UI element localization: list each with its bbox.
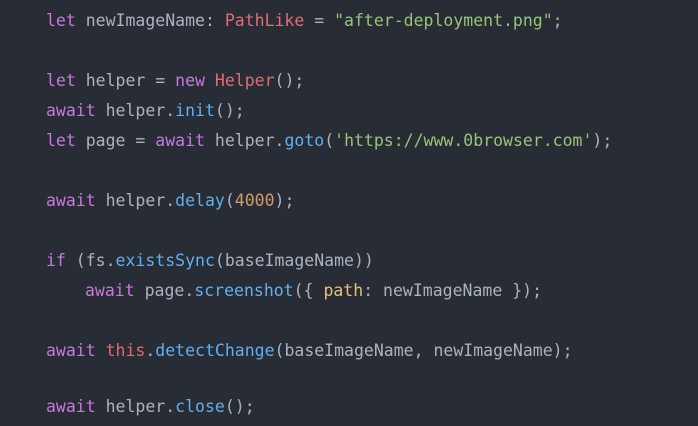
code-text: helper. bbox=[95, 397, 176, 416]
keyword-await: await bbox=[46, 191, 96, 210]
keyword-await: await bbox=[46, 341, 96, 360]
keyword-new: new bbox=[175, 71, 205, 90]
type-name: PathLike bbox=[224, 11, 305, 30]
code-text: helper. bbox=[204, 131, 285, 150]
code-text: (baseImageName)) bbox=[214, 251, 374, 270]
keyword-let: let bbox=[46, 71, 76, 90]
code-line-6-blank bbox=[46, 156, 698, 186]
code-text: ); bbox=[274, 191, 295, 210]
code-line-13-blank bbox=[46, 366, 698, 392]
code-line-10: await page.screenshot({ path: newImageNa… bbox=[46, 276, 698, 306]
code-line-11-blank bbox=[46, 306, 698, 336]
keyword-let: let bbox=[46, 131, 76, 150]
code-line-14: await helper.close(); bbox=[46, 392, 698, 422]
keyword-await: await bbox=[46, 397, 96, 416]
code-text: helper. bbox=[95, 191, 176, 210]
code-text: helper. bbox=[95, 101, 176, 120]
code-text: (); bbox=[214, 101, 245, 120]
code-text: ; bbox=[552, 11, 563, 30]
number-literal: 4000 bbox=[234, 191, 275, 210]
keyword-let: let bbox=[46, 11, 76, 30]
code-text: (); bbox=[224, 397, 255, 416]
code-line-7: await helper.delay(4000); bbox=[46, 186, 698, 216]
code-editor: let newImageName: PathLike = "after-depl… bbox=[0, 0, 698, 426]
keyword-await: await bbox=[85, 281, 135, 300]
code-text: : newImageName }); bbox=[363, 281, 542, 300]
code-text: ( bbox=[224, 191, 235, 210]
function-name: detectChange bbox=[155, 341, 275, 360]
code-text: page. bbox=[134, 281, 195, 300]
code-line-3: let helper = new Helper(); bbox=[46, 66, 698, 96]
code-text: page = bbox=[75, 131, 156, 150]
code-line-9: if (fs.existsSync(baseImageName)) bbox=[46, 246, 698, 276]
code-text: ( bbox=[324, 131, 335, 150]
code-line-2-blank bbox=[46, 36, 698, 66]
keyword-if: if bbox=[46, 251, 66, 270]
string-literal: "after-deployment.png" bbox=[334, 11, 553, 30]
code-text: (fs. bbox=[65, 251, 116, 270]
code-text: newImageName: bbox=[75, 11, 225, 30]
code-line-1: let newImageName: PathLike = "after-depl… bbox=[46, 6, 698, 36]
type-name: Helper bbox=[214, 71, 275, 90]
code-line-12: await this.detectChange(baseImageName, n… bbox=[46, 336, 698, 366]
function-name: existsSync bbox=[115, 251, 215, 270]
keyword-this: this bbox=[105, 341, 146, 360]
code-line-5: let page = await helper.goto('https://ww… bbox=[46, 126, 698, 156]
code-text: . bbox=[145, 341, 156, 360]
code-line-4: await helper.init(); bbox=[46, 96, 698, 126]
keyword-await: await bbox=[46, 101, 96, 120]
function-name: delay bbox=[175, 191, 225, 210]
keyword-await: await bbox=[155, 131, 205, 150]
code-text: (baseImageName, newImageName); bbox=[274, 341, 573, 360]
code-text: = bbox=[304, 11, 335, 30]
string-literal: 'https://www.0browser.com' bbox=[334, 131, 593, 150]
code-line-8-blank bbox=[46, 216, 698, 246]
function-name: close bbox=[175, 397, 225, 416]
function-name: goto bbox=[284, 131, 325, 150]
code-text: ({ bbox=[293, 281, 324, 300]
function-name: init bbox=[175, 101, 215, 120]
code-text: ); bbox=[592, 131, 613, 150]
function-name: screenshot bbox=[194, 281, 294, 300]
code-text: (); bbox=[274, 71, 305, 90]
property-name: path bbox=[323, 281, 364, 300]
code-text: helper = bbox=[75, 71, 176, 90]
